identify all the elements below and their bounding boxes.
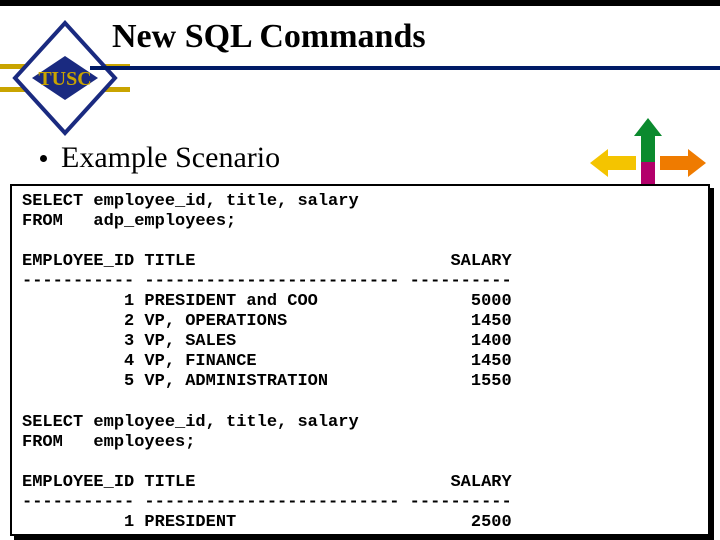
bullet-example-scenario: Example Scenario <box>40 141 280 175</box>
slide-title: New SQL Commands <box>112 18 426 56</box>
slide: TUSC New SQL Commands Example Scenario <box>0 0 720 540</box>
tusc-logo: TUSC <box>0 18 120 158</box>
bullet-dot-icon <box>40 155 47 162</box>
logo-text: TUSC <box>38 68 91 90</box>
bullet-text: Example Scenario <box>61 141 280 174</box>
sql-output-box: SELECT employee_id, title, salary FROM a… <box>10 184 710 536</box>
title-underline <box>90 66 720 70</box>
